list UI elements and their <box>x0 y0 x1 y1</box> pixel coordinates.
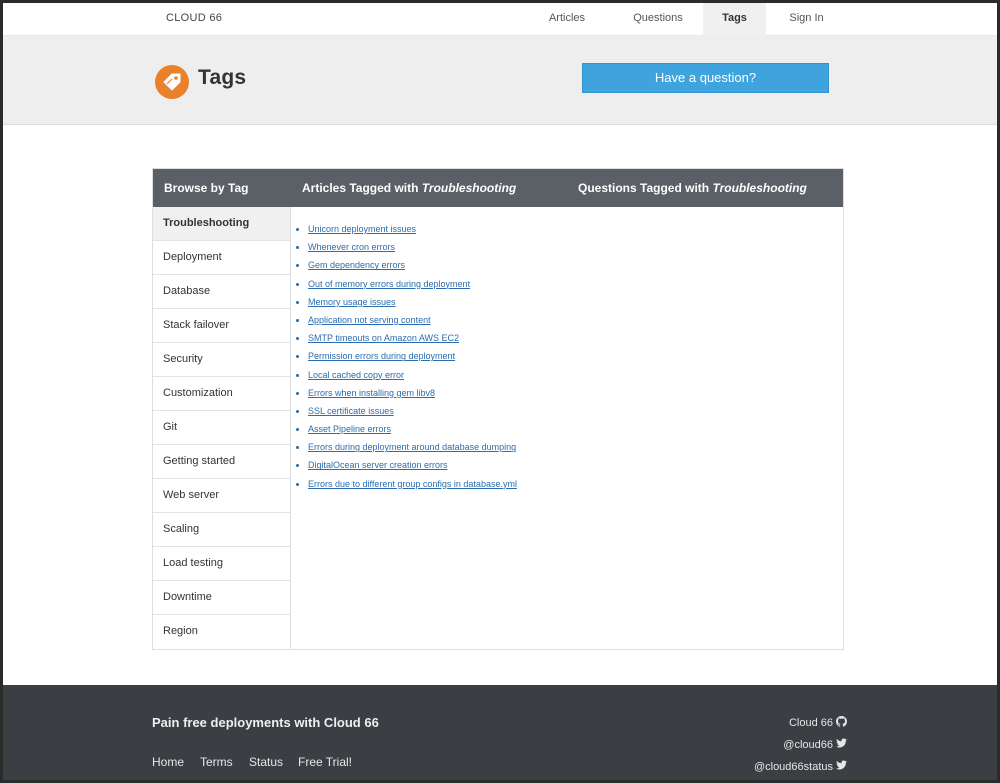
list-item: Gem dependency errors <box>308 256 517 274</box>
article-link[interactable]: Errors when installing gem libv8 <box>308 388 435 398</box>
list-item: Asset Pipeline errors <box>308 420 517 438</box>
article-link[interactable]: Permission errors during deployment <box>308 351 455 361</box>
tag-item-git[interactable]: Git <box>153 411 290 445</box>
tag-icon <box>155 65 189 99</box>
tag-item-database[interactable]: Database <box>153 275 290 309</box>
page-title: Tags <box>198 66 247 89</box>
questions-heading: Questions Tagged with Troubleshooting <box>578 169 807 207</box>
social-label: Cloud 66 <box>788 717 833 729</box>
top-nav: CLOUD 66 Articles Questions Tags Sign In <box>3 3 997 36</box>
tags-panel: Browse by Tag Articles Tagged with Troub… <box>152 168 844 650</box>
footer-link-free-trial[interactable]: Free Trial! <box>298 755 352 769</box>
tag-item-scaling[interactable]: Scaling <box>153 513 290 547</box>
list-item: Whenever cron errors <box>308 238 517 256</box>
article-link[interactable]: Asset Pipeline errors <box>308 424 391 434</box>
article-link[interactable]: SSL certificate issues <box>308 406 394 416</box>
tag-item-downtime[interactable]: Downtime <box>153 581 290 615</box>
tag-item-region[interactable]: Region <box>153 615 290 649</box>
github-icon <box>836 716 847 730</box>
article-link[interactable]: Gem dependency errors <box>308 260 405 270</box>
nav-articles[interactable]: Articles <box>528 3 606 36</box>
list-item: SSL certificate issues <box>308 402 517 420</box>
tag-item-troubleshooting[interactable]: Troubleshooting <box>153 207 290 241</box>
article-link[interactable]: Errors due to different group configs in… <box>308 479 517 489</box>
article-link[interactable]: Errors during deployment around database… <box>308 442 516 452</box>
footer-tagline: Pain free deployments with Cloud 66 <box>152 715 379 730</box>
article-link[interactable]: SMTP timeouts on Amazon AWS EC2 <box>308 333 459 343</box>
ask-question-button[interactable]: Have a question? <box>582 63 829 93</box>
nav-questions[interactable]: Questions <box>614 3 702 36</box>
list-item: SMTP timeouts on Amazon AWS EC2 <box>308 329 517 347</box>
page-header: Tags Have a question? <box>3 36 997 125</box>
tag-item-web-server[interactable]: Web server <box>153 479 290 513</box>
article-list: Unicorn deployment issues Whenever cron … <box>308 220 517 493</box>
browse-heading: Browse by Tag <box>164 181 249 195</box>
panel-header: Browse by Tag Articles Tagged with Troub… <box>153 169 843 207</box>
article-link[interactable]: Application not serving content <box>308 315 431 325</box>
page: CLOUD 66 Articles Questions Tags Sign In… <box>3 3 997 780</box>
list-item: Errors when installing gem libv8 <box>308 384 517 402</box>
footer-link-status[interactable]: Status <box>249 755 283 769</box>
article-link[interactable]: Whenever cron errors <box>308 242 395 252</box>
list-item: Local cached copy error <box>308 366 517 384</box>
list-item: Out of memory errors during deployment <box>308 275 517 293</box>
list-item: DigitalOcean server creation errors <box>308 456 517 474</box>
list-item: Unicorn deployment issues <box>308 220 517 238</box>
article-link[interactable]: Unicorn deployment issues <box>308 224 416 234</box>
social-label: @cloud66 <box>783 738 833 751</box>
list-item: Errors due to different group configs in… <box>308 475 517 493</box>
footer-link-terms[interactable]: Terms <box>200 755 233 769</box>
nav-tags[interactable]: Tags <box>703 3 766 36</box>
tag-item-getting-started[interactable]: Getting started <box>153 445 290 479</box>
tag-item-load-testing[interactable]: Load testing <box>153 547 290 581</box>
article-link[interactable]: DigitalOcean server creation errors <box>308 460 448 470</box>
article-link[interactable]: Memory usage issues <box>308 297 396 307</box>
social-label: @cloud66status <box>753 760 833 773</box>
list-item: Application not serving content <box>308 311 517 329</box>
list-item: Memory usage issues <box>308 293 517 311</box>
list-item: Permission errors during deployment <box>308 347 517 365</box>
social-link-twitter[interactable]: @cloud66 <box>783 738 847 751</box>
nav-sign-in[interactable]: Sign In <box>773 3 840 36</box>
footer-link-home[interactable]: Home <box>152 755 184 769</box>
articles-heading-tag: Troubleshooting <box>421 181 517 195</box>
social-link-twitter-status[interactable]: @cloud66status <box>754 760 847 773</box>
questions-heading-prefix: Questions Tagged with <box>578 181 713 195</box>
tag-list: Troubleshooting Deployment Database Stac… <box>153 207 291 649</box>
tag-item-stack-failover[interactable]: Stack failover <box>153 309 290 343</box>
questions-heading-tag: Troubleshooting <box>712 181 807 195</box>
article-link[interactable]: Local cached copy error <box>308 370 404 380</box>
social-link-github[interactable]: Cloud 66 <box>789 716 847 730</box>
footer: Pain free deployments with Cloud 66 Home… <box>3 685 997 780</box>
twitter-icon <box>836 760 847 773</box>
tag-item-customization[interactable]: Customization <box>153 377 290 411</box>
brand-logo[interactable]: CLOUD 66 <box>166 3 222 36</box>
article-link[interactable]: Out of memory errors during deployment <box>308 279 470 289</box>
tag-item-security[interactable]: Security <box>153 343 290 377</box>
twitter-icon <box>836 738 847 751</box>
tag-item-deployment[interactable]: Deployment <box>153 241 290 275</box>
list-item: Errors during deployment around database… <box>308 438 517 456</box>
articles-heading-prefix: Articles Tagged with <box>302 181 422 195</box>
articles-heading: Articles Tagged with Troubleshooting <box>302 169 516 207</box>
